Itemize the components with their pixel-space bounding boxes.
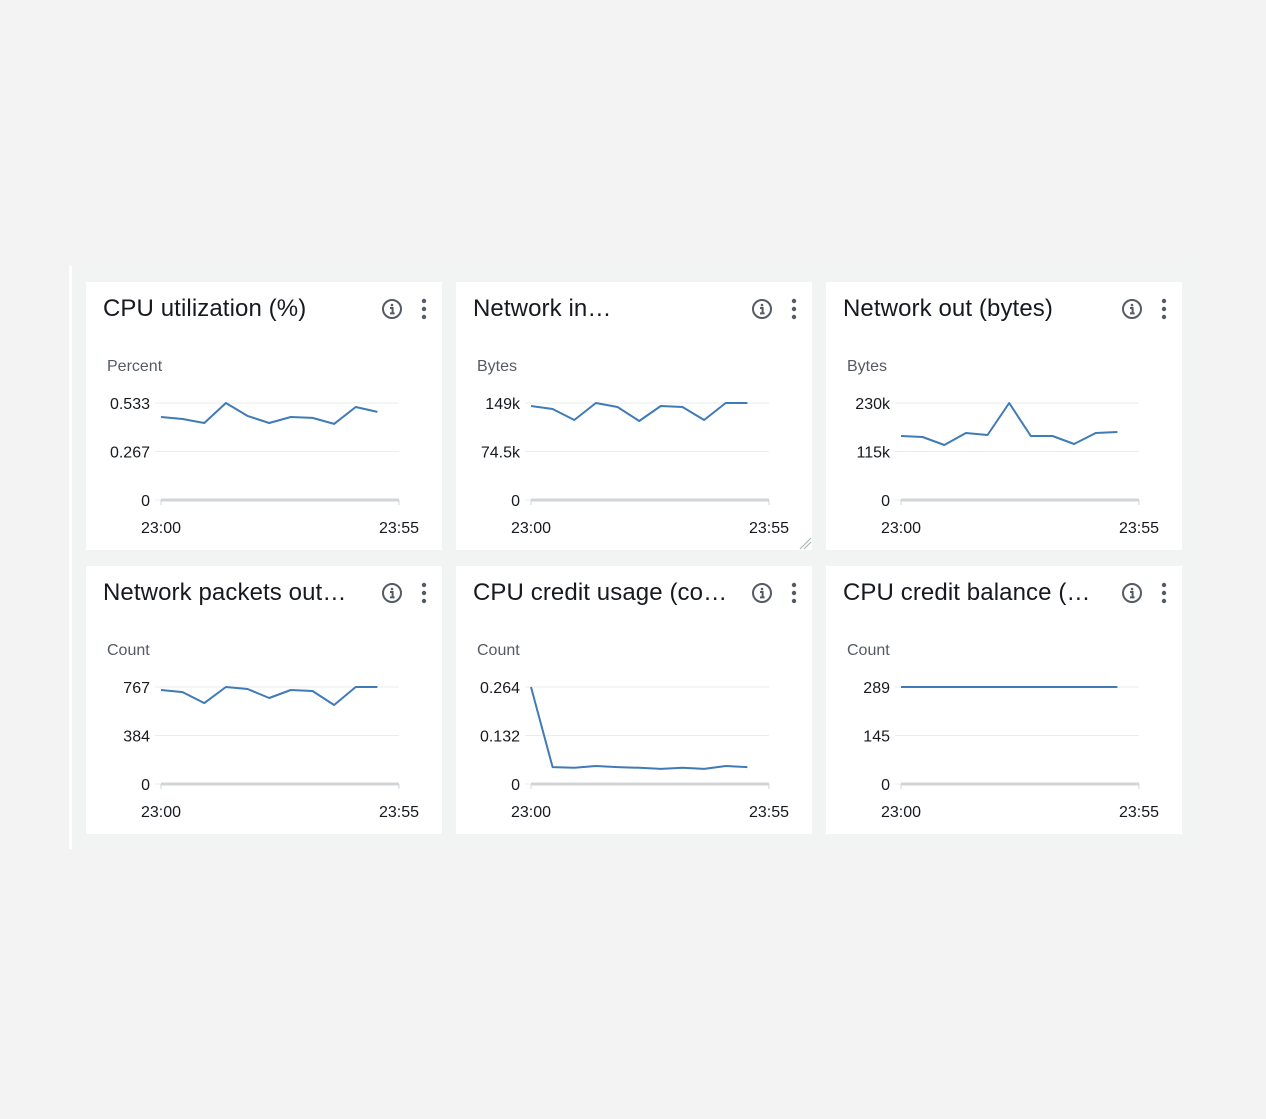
x-tick-label: 23:55 [1119, 804, 1159, 821]
widget-network-in: Network in… Bytes 0 74.5k 149k 23:00 23:55 [456, 282, 812, 550]
x-tick-label: 23:55 [749, 520, 789, 537]
y-axis-label: Count [107, 642, 150, 659]
resize-handle-icon[interactable] [798, 536, 812, 550]
x-tick-label: 23:00 [141, 520, 181, 537]
series-line [530, 402, 748, 422]
x-tick-label: 23:00 [141, 804, 181, 821]
y-tick-label: 230k [855, 396, 891, 413]
x-tick-label: 23:00 [881, 804, 921, 821]
dashboard-left-divider [69, 266, 72, 849]
y-tick-label: 384 [123, 729, 150, 746]
y-tick-label: 767 [123, 680, 150, 697]
y-tick-label: 0 [881, 777, 890, 794]
y-tick-label: 0 [511, 777, 520, 794]
widget-network-out: Network out (bytes) Bytes 0 115k 230k 23:00 2… [826, 282, 1182, 550]
line-chart: Count 0 145 289 23:00 23:55 [847, 642, 1159, 821]
series-line [530, 686, 748, 770]
y-axis-label: Bytes [847, 358, 887, 375]
series-line [160, 402, 378, 425]
y-axis-label: Count [847, 642, 890, 659]
widget-cpu-utilization: CPU utilization (%) Percent 0 0.267 0.533 23… [86, 282, 442, 550]
series-line [160, 686, 378, 706]
widget-network-packets-out: Network packets out… Count 0 384 767 23:00 23… [86, 566, 442, 834]
y-tick-label: 0.132 [480, 729, 520, 746]
y-tick-label: 0.533 [110, 396, 150, 413]
y-axis-label: Percent [107, 358, 163, 375]
y-tick-label: 0 [141, 493, 150, 510]
y-tick-label: 145 [863, 729, 890, 746]
y-tick-label: 149k [485, 396, 521, 413]
x-tick-label: 23:55 [1119, 520, 1159, 537]
widget-cpu-credit-balance: CPU credit balance (… Count 0 145 289 23:00 2… [826, 566, 1182, 834]
y-tick-label: 0 [511, 493, 520, 510]
x-tick-label: 23:00 [881, 520, 921, 537]
y-tick-label: 74.5k [481, 445, 521, 462]
y-axis-label: Bytes [477, 358, 517, 375]
line-chart: Percent 0 0.267 0.533 23:00 23:55 [107, 358, 419, 537]
x-tick-label: 23:00 [511, 804, 551, 821]
x-tick-label: 23:00 [511, 520, 551, 537]
line-chart: Count 0 0.132 0.264 23:00 23:55 [477, 642, 789, 821]
line-chart: Bytes 0 74.5k 149k 23:00 23:55 [477, 358, 789, 537]
y-tick-label: 115k [856, 445, 891, 462]
y-tick-label: 0 [881, 493, 890, 510]
y-axis-label: Count [477, 642, 520, 659]
y-tick-label: 0.267 [110, 445, 150, 462]
x-tick-label: 23:55 [379, 520, 419, 537]
line-chart: Count 0 384 767 23:00 23:55 [107, 642, 419, 821]
x-tick-label: 23:55 [749, 804, 789, 821]
y-tick-label: 0 [141, 777, 150, 794]
x-tick-label: 23:55 [379, 804, 419, 821]
line-chart: Bytes 0 115k 230k 23:00 23:55 [847, 358, 1159, 537]
y-tick-label: 0.264 [480, 680, 520, 697]
y-tick-label: 289 [863, 680, 890, 697]
series-line [900, 402, 1118, 446]
widget-cpu-credit-usage: CPU credit usage (co… Count 0 0.132 0.264 23… [456, 566, 812, 834]
